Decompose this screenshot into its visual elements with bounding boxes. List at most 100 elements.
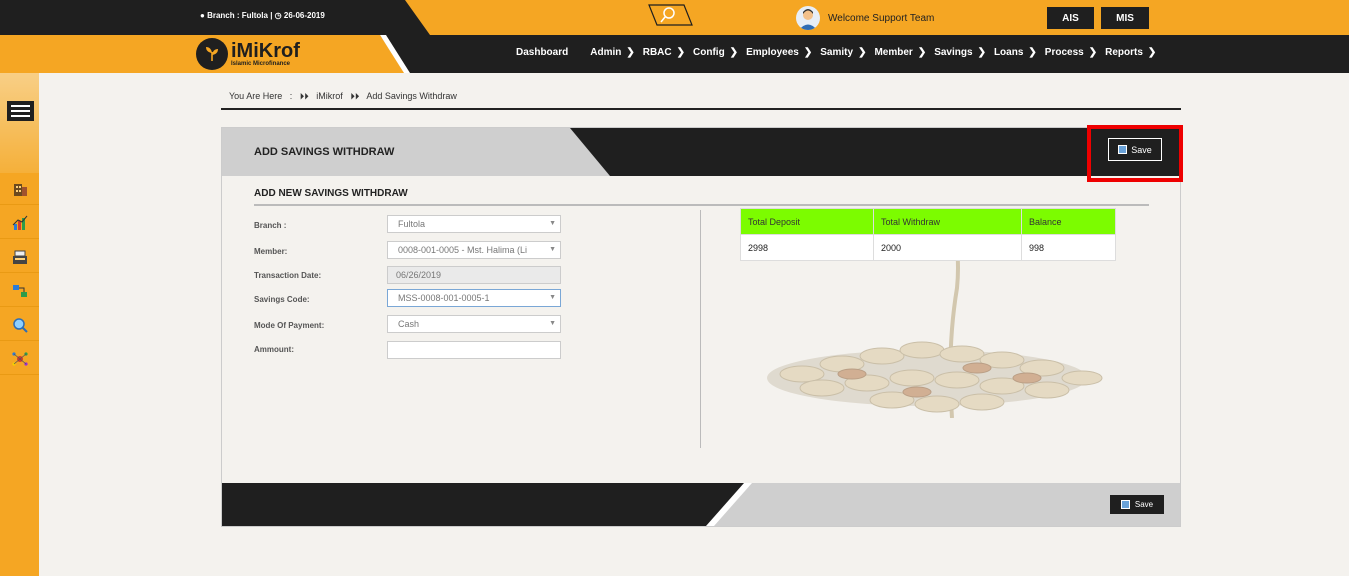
chevron-right-icon: ❯ xyxy=(917,47,927,58)
branch-select[interactable]: Fultola ▼ xyxy=(387,215,561,233)
nav-label: Employees xyxy=(746,47,799,58)
balance-header: Balance xyxy=(1021,208,1116,235)
breadcrumb-sep: : xyxy=(289,91,293,101)
member-value: 0008-001-0005 - Mst. Halima (Li xyxy=(398,245,528,255)
chevron-right-icon: ❯ xyxy=(977,47,986,58)
member-select[interactable]: 0008-001-0005 - Mst. Halima (Li ▼ xyxy=(387,241,561,259)
logo-name: iMiKrof xyxy=(231,39,300,62)
panel-header: ADD SAVINGS WITHDRAW Save xyxy=(222,128,1180,176)
nav-employees[interactable]: Employees ❯ xyxy=(746,47,812,58)
sidebar-top-gradient xyxy=(0,73,39,173)
nav-samity[interactable]: Samity ❯ xyxy=(820,47,866,58)
save-icon xyxy=(1120,500,1130,509)
app-logo[interactable]: iMiKrof Islamic Microfinance xyxy=(196,38,300,70)
table-header-row: Total Deposit Total Withdraw Balance xyxy=(740,208,1116,235)
payment-mode-label: Mode Of Payment: xyxy=(254,321,325,330)
dropdown-arrow-icon: ▼ xyxy=(549,220,556,227)
transaction-date-field: 06/26/2019 xyxy=(387,266,561,284)
chevron-right-icon: ❯ xyxy=(858,47,867,58)
total-withdraw-header: Total Withdraw xyxy=(873,208,1022,235)
logo-tagline: Islamic Microfinance xyxy=(231,60,291,67)
date-text: 26-06-2019 xyxy=(283,11,325,20)
dropdown-arrow-icon: ▼ xyxy=(549,294,556,301)
save-label: Save xyxy=(1134,500,1154,509)
branch-info: ● Branch : Fultola | ◷ 26-06-2019 xyxy=(200,11,325,20)
search-button[interactable] xyxy=(648,4,693,26)
form-section-title: ADD NEW SAVINGS WITHDRAW xyxy=(254,188,408,199)
search-person-icon[interactable] xyxy=(0,309,39,341)
nav-reports[interactable]: Reports ❯ xyxy=(1105,47,1156,58)
breadcrumb: You Are Here : ⏵⏵ iMikrof ⏵⏵ Add Savings… xyxy=(221,91,1181,110)
breadcrumb-label: You Are Here xyxy=(229,91,283,101)
user-avatar-icon[interactable] xyxy=(796,6,820,30)
welcome-area[interactable]: Welcome Support Team xyxy=(796,6,934,30)
payment-mode-value: Cash xyxy=(398,319,420,329)
savings-code-label: Savings Code: xyxy=(254,295,310,304)
branch-value: Fultola xyxy=(398,219,426,229)
building-icon[interactable] xyxy=(0,173,39,205)
menu-icon[interactable] xyxy=(7,101,34,121)
balance-summary-table: Total Deposit Total Withdraw Balance 299… xyxy=(740,208,1116,261)
nav-label: Config xyxy=(693,47,725,58)
chevron-right-icon: ❯ xyxy=(626,47,635,58)
nav-dashboard[interactable]: Dashboard xyxy=(516,47,568,58)
welcome-text: Welcome Support Team xyxy=(828,12,935,24)
mis-button[interactable]: MIS xyxy=(1101,7,1149,29)
breadcrumb-home-link[interactable]: iMikrof xyxy=(316,91,343,101)
transaction-date-label: Transaction Date: xyxy=(254,271,322,280)
nav-label: Reports xyxy=(1105,47,1143,58)
chart-icon[interactable] xyxy=(0,207,39,239)
globe-icon: ● xyxy=(200,11,205,20)
nav-member[interactable]: Member ❯ xyxy=(874,47,926,58)
branch-label: Branch : xyxy=(254,221,287,230)
panel-footer-dark xyxy=(222,483,746,526)
nav-label: RBAC xyxy=(642,47,672,58)
nav-label: Process xyxy=(1044,47,1084,58)
main-nav-bar: iMiKrof Islamic Microfinance Dashboard A… xyxy=(0,35,1349,73)
section-divider xyxy=(254,204,1149,206)
total-deposit-value: 2998 xyxy=(740,234,874,261)
nav-config[interactable]: Config ❯ xyxy=(693,47,738,58)
transfer-icon[interactable] xyxy=(0,275,39,307)
nav-label: Member xyxy=(874,47,913,58)
ais-button[interactable]: AIS xyxy=(1047,7,1094,29)
clock-icon: ◷ xyxy=(274,11,282,20)
amount-label: Ammount: xyxy=(254,345,294,354)
savings-code-select[interactable]: MSS-0008-001-0005-1 ▼ xyxy=(387,289,561,307)
amount-input[interactable] xyxy=(387,341,561,359)
transaction-date-value: 06/26/2019 xyxy=(396,270,442,280)
chevron-right-icon: ❯ xyxy=(1147,47,1157,58)
register-icon[interactable] xyxy=(0,241,39,273)
total-deposit-header: Total Deposit xyxy=(740,208,874,235)
dropdown-arrow-icon: ▼ xyxy=(549,320,556,327)
nav-admin[interactable]: Admin ❯ xyxy=(590,47,635,58)
nav-savings[interactable]: Savings ❯ xyxy=(934,47,986,58)
savings-code-value: MSS-0008-001-0005-1 xyxy=(398,293,490,303)
nav-menu: Dashboard Admin ❯ RBAC ❯ Config ❯ Employees… xyxy=(516,47,1164,58)
dropdown-arrow-icon: ▼ xyxy=(549,246,556,253)
left-sidebar xyxy=(0,73,39,576)
nav-label: Dashboard xyxy=(516,47,569,58)
nav-loans[interactable]: Loans ❯ xyxy=(994,47,1037,58)
breadcrumb-current: Add Savings Withdraw xyxy=(366,91,457,101)
savings-withdraw-panel: ADD SAVINGS WITHDRAW Save ADD NEW SAVING… xyxy=(221,125,1183,527)
total-withdraw-value: 2000 xyxy=(873,234,1022,261)
double-arrow-icon: ⏵⏵ xyxy=(299,91,309,101)
chevron-right-icon: ❯ xyxy=(1088,47,1098,58)
double-arrow-icon: ⏵⏵ xyxy=(350,91,360,101)
nav-label: Loans xyxy=(993,47,1024,58)
member-label: Member: xyxy=(254,247,288,256)
panel-footer xyxy=(222,483,1180,526)
nav-label: Savings xyxy=(934,47,973,58)
payment-mode-select[interactable]: Cash ▼ xyxy=(387,315,561,333)
nav-process[interactable]: Process ❯ xyxy=(1045,47,1097,58)
top-bar: ● Branch : Fultola | ◷ 26-06-2019 Welcom… xyxy=(0,0,1349,35)
chevron-right-icon: ❯ xyxy=(729,47,739,58)
table-row: 2998 2000 998 xyxy=(740,234,1116,261)
save-highlight-box xyxy=(1087,125,1183,182)
network-icon[interactable] xyxy=(0,343,39,375)
chevron-right-icon: ❯ xyxy=(803,47,813,58)
save-button-bottom[interactable]: Save xyxy=(1110,495,1164,514)
nav-label: Admin xyxy=(590,47,622,58)
nav-rbac[interactable]: RBAC ❯ xyxy=(643,47,685,58)
